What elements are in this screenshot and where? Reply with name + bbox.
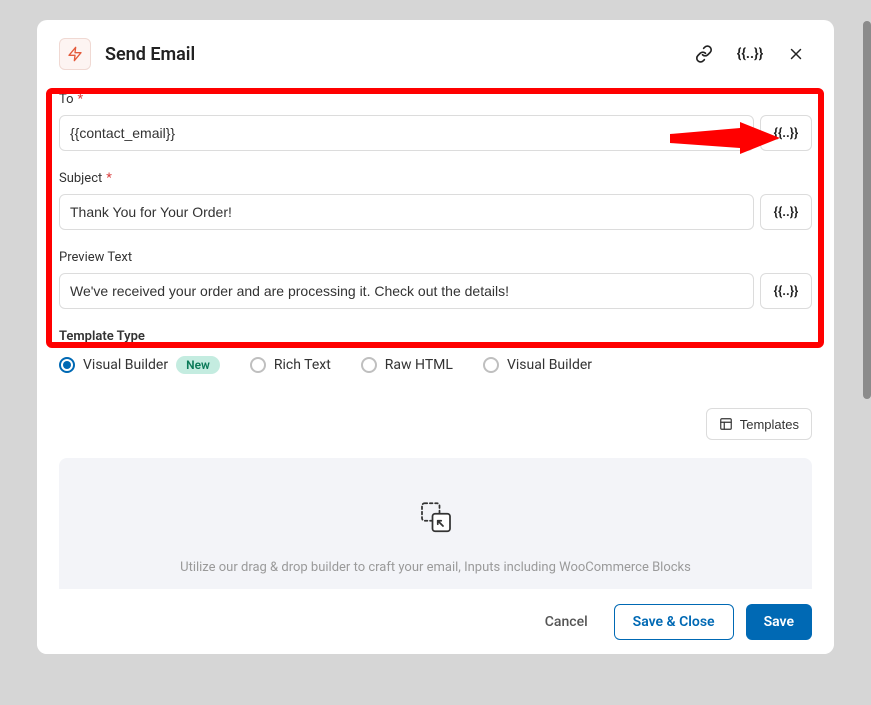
radio-indicator: [361, 357, 377, 373]
radio-rich-text[interactable]: Rich Text: [250, 357, 331, 373]
preview-variables-button[interactable]: {{..}}: [760, 273, 812, 309]
modal-footer: Cancel Save & Close Save: [37, 589, 834, 654]
link-icon[interactable]: [688, 38, 720, 70]
subject-input[interactable]: [59, 194, 754, 230]
preview-input[interactable]: [59, 273, 754, 309]
modal-header: Send Email {{..}}: [37, 20, 834, 84]
radio-indicator: [483, 357, 499, 373]
to-label: To*: [59, 92, 812, 107]
required-indicator: *: [78, 92, 84, 107]
templates-icon: [719, 417, 733, 431]
to-input[interactable]: [59, 115, 754, 151]
lightning-icon: [59, 38, 91, 70]
preview-label: Preview Text: [59, 250, 812, 265]
subject-label: Subject*: [59, 171, 812, 186]
send-email-modal: Send Email {{..}}: [37, 20, 834, 654]
template-type-radios: Visual Builder New Rich Text Raw HTML Vi…: [59, 356, 812, 374]
radio-indicator: [59, 357, 75, 373]
variables-icon[interactable]: {{..}}: [734, 38, 766, 70]
to-field: To* {{..}}: [59, 92, 812, 151]
radio-visual-builder-2[interactable]: Visual Builder: [483, 357, 592, 373]
canvas-helper-text: Utilize our drag & drop builder to craft…: [180, 560, 691, 575]
templates-button[interactable]: Templates: [706, 408, 812, 440]
required-indicator: *: [106, 171, 112, 186]
page-title: Send Email: [105, 44, 195, 65]
close-icon[interactable]: [780, 38, 812, 70]
save-close-button[interactable]: Save & Close: [614, 604, 734, 640]
preview-field: Preview Text {{..}}: [59, 250, 812, 309]
subject-variables-button[interactable]: {{..}}: [760, 194, 812, 230]
template-type-heading: Template Type: [59, 329, 812, 344]
drag-drop-icon: [415, 498, 457, 544]
cancel-button[interactable]: Cancel: [531, 604, 602, 640]
to-variables-button[interactable]: {{..}}: [760, 115, 812, 151]
subject-field: Subject* {{..}}: [59, 171, 812, 230]
modal-body: To* {{..}} Subject* {{..}}: [37, 84, 834, 589]
radio-raw-html[interactable]: Raw HTML: [361, 357, 453, 373]
radio-visual-builder[interactable]: Visual Builder New: [59, 356, 220, 374]
builder-canvas[interactable]: Utilize our drag & drop builder to craft…: [59, 458, 812, 589]
scrollbar[interactable]: [863, 21, 871, 399]
save-button[interactable]: Save: [746, 604, 812, 640]
radio-indicator: [250, 357, 266, 373]
new-badge: New: [176, 356, 220, 374]
